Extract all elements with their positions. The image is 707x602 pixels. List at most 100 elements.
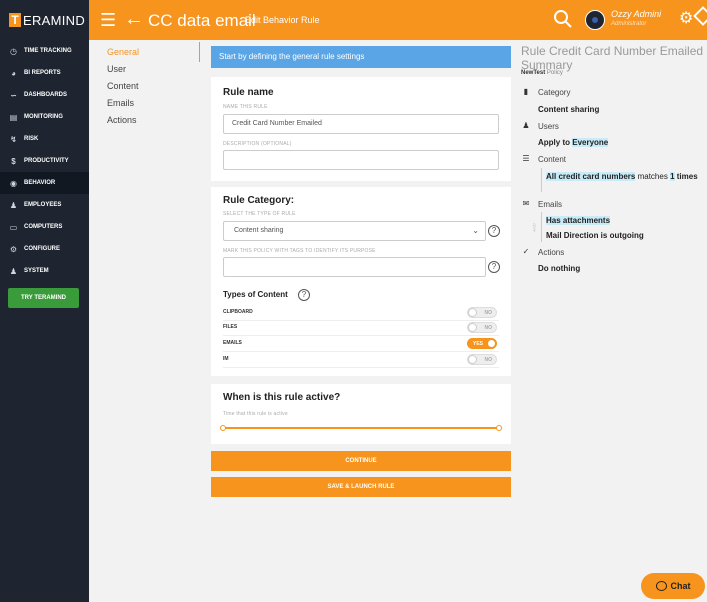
chat-label: Chat (670, 581, 691, 591)
rule-type-label: SELECT THE TYPE OF RULE (223, 211, 296, 217)
step-content[interactable]: Content (107, 81, 139, 91)
sidebar-item-system[interactable]: ♟ SYSTEM (0, 260, 89, 282)
divider (223, 335, 499, 336)
category-value: Content sharing (538, 105, 600, 114)
content-count: 1 (670, 172, 675, 181)
chat-button[interactable]: Chat (641, 573, 705, 599)
logo[interactable]: T ERAMIND (0, 0, 89, 40)
toggle-knob (468, 323, 477, 332)
rule-name-input[interactable]: Credit Card Number Emailed (223, 114, 499, 134)
emails-heading: Emails (538, 200, 563, 209)
help-icon[interactable]: ? (488, 261, 500, 273)
active-time-label: Time that this rule is active (223, 411, 288, 417)
alert-icon[interactable] (693, 6, 707, 26)
slider-start-handle[interactable] (220, 425, 226, 431)
emails-value-2: Mail Direction is outgoing (546, 231, 644, 240)
person-icon: ♟ (9, 200, 18, 210)
toggle-knob (468, 355, 477, 364)
sidebar-item-dashboards[interactable]: ∽ DASHBOARDS (0, 84, 89, 106)
category-heading: Category (538, 88, 571, 97)
content-matches: matches (637, 172, 668, 181)
toggle-knob (487, 339, 496, 348)
page-title: CC data email (148, 11, 256, 30)
divider (223, 320, 499, 321)
users-prefix: Apply to (538, 138, 570, 147)
sidebar-item-productivity[interactable]: $ PRODUCTIVITY (0, 150, 89, 172)
sidebar-item-behavior[interactable]: ◉ BEHAVIOR (0, 172, 89, 194)
sidebar-item-label: DASHBOARDS (24, 92, 68, 98)
save-launch-button[interactable]: SAVE & LAUNCH RULE (211, 477, 511, 497)
policy-word: Policy (546, 70, 563, 76)
divider (223, 367, 499, 368)
users-icon: ♟ (522, 121, 530, 130)
sidebar-item-label: CONFIGURE (24, 246, 60, 252)
sidebar-item-configure[interactable]: ⚙ CONFIGURE (0, 238, 89, 260)
emails-value-1: Has attachments (546, 216, 611, 225)
types-of-content-title: Types of Content (223, 290, 288, 299)
im-toggle[interactable]: NO (467, 354, 497, 365)
continue-button[interactable]: CONTINUE (211, 451, 511, 471)
type-label: CLIPBOARD (223, 309, 253, 315)
menu-icon[interactable]: ☰ (100, 10, 116, 30)
actions-value: Do nothing (538, 264, 581, 273)
sidebar-item-computers[interactable]: ▭ COMPUTERS (0, 216, 89, 238)
active-time-card: When is this rule active? Time that this… (211, 384, 511, 444)
logo-mark: T (9, 13, 21, 27)
tags-input[interactable] (223, 257, 486, 277)
sidebar-item-employees[interactable]: ♟ EMPLOYEES (0, 194, 89, 216)
content-heading: Content (538, 155, 567, 164)
emails-toggle[interactable]: YES (467, 338, 497, 349)
step-general[interactable]: General (107, 47, 139, 57)
chevron-down-icon: ⌄ (472, 226, 479, 235)
rule-type-select[interactable]: Content sharing ⌄ (223, 221, 486, 241)
rule-type-value: Content sharing (234, 227, 284, 234)
try-teramind-button[interactable]: TRY TERAMIND (8, 288, 79, 308)
active-time-title: When is this rule active? (223, 392, 341, 403)
active-step-indicator (199, 42, 200, 62)
slider-end-handle[interactable] (496, 425, 502, 431)
sidebar-item-time-tracking[interactable]: ◷ TIME TRACKING (0, 40, 89, 62)
clipboard-toggle[interactable]: NO (467, 307, 497, 318)
mask-icon: ◉ (10, 178, 17, 188)
description-input[interactable] (223, 150, 499, 170)
rule-name-card: Rule name NAME THIS RULE Credit Card Num… (211, 77, 511, 181)
logo-text: ERAMIND (23, 12, 86, 28)
sidebar-item-risk[interactable]: ↯ RISK (0, 128, 89, 150)
rule-category-title: Rule Category: (223, 195, 295, 206)
chat-bubble-icon (655, 581, 667, 591)
users-value: Apply to Everyone (538, 138, 609, 147)
toggle-state: YES (473, 341, 484, 347)
summary-policy: NewTest Policy (521, 70, 563, 76)
back-arrow-icon[interactable]: ← (124, 8, 144, 30)
help-icon[interactable]: ? (298, 289, 310, 301)
sidebar-item-label: RISK (24, 136, 39, 142)
time-range-slider[interactable] (223, 427, 500, 429)
check-circle-icon: ✓ (522, 247, 530, 256)
pie-chart-icon: ◕ (11, 68, 16, 78)
person-gear-icon: ♟ (9, 266, 18, 276)
sidebar-item-label: SYSTEM (24, 268, 49, 274)
step-user[interactable]: User (107, 64, 126, 74)
top-bar: T ERAMIND ☰ ← CC data email Edit Behavio… (0, 0, 707, 40)
policy-name: NewTest (521, 70, 546, 76)
sidebar-item-monitoring[interactable]: ▤ MONITORING (0, 106, 89, 128)
description-label: DESCRIPTION (OPTIONAL) (223, 141, 292, 147)
step-actions[interactable]: Actions (107, 115, 137, 125)
rule-name-title: Rule name (223, 87, 274, 98)
rule-category-card: Rule Category: SELECT THE TYPE OF RULE C… (211, 187, 511, 376)
gear-icon: ⚙ (9, 244, 18, 254)
info-banner: Start by defining the general rule setti… (211, 46, 511, 68)
content-value: All credit card numbers matches 1 times (546, 171, 701, 183)
help-icon[interactable]: ? (488, 225, 500, 237)
content-highlight: All credit card numbers (546, 172, 636, 181)
settings-gear-icon[interactable]: ⚙ (679, 11, 693, 27)
files-toggle[interactable]: NO (467, 322, 497, 333)
summary-title: Rule Credit Card Number Emailed Summary (521, 44, 704, 72)
sidebar-item-bi-reports[interactable]: ◕ BI REPORTS (0, 62, 89, 84)
avatar[interactable] (585, 10, 605, 30)
file-icon: ▮ (523, 87, 529, 96)
page-subtitle: Edit Behavior Rule (245, 15, 320, 25)
step-emails[interactable]: Emails (107, 98, 134, 108)
user-name[interactable]: Ozzy Admini (611, 9, 661, 19)
search-icon[interactable] (553, 9, 573, 29)
